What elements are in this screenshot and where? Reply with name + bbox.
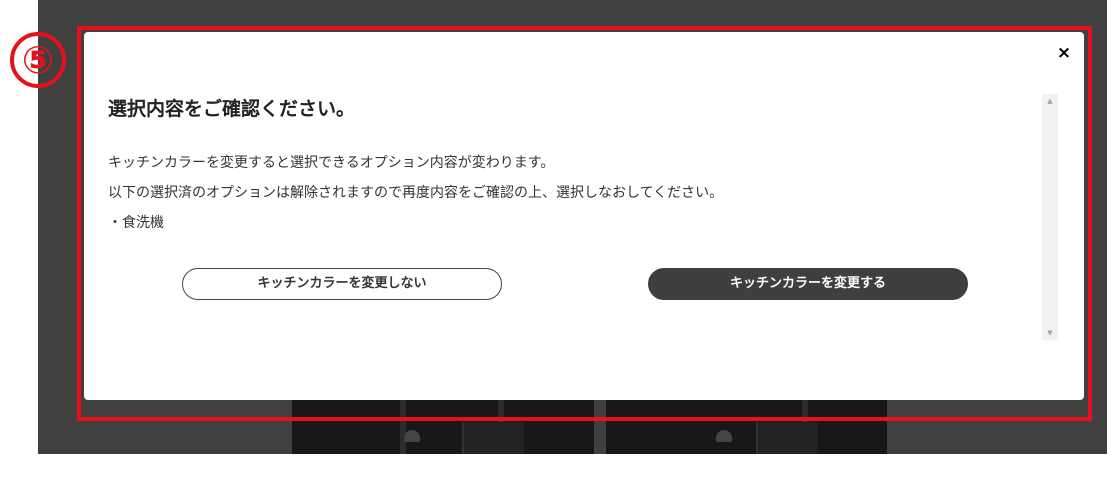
- step-number-badge: ⑤: [10, 32, 66, 88]
- close-icon[interactable]: ×: [1054, 42, 1074, 64]
- pendant-lamp: [716, 430, 732, 442]
- kitchen-photo-thumbnail: [606, 396, 887, 454]
- photo-shelf-detail: [462, 422, 524, 454]
- affected-option-item: ・食洗機: [108, 215, 164, 231]
- message-line: 以下の選択済のオプションは解除されますので再度内容をご確認の上、選択しなおしてく…: [108, 185, 724, 201]
- dialog-scrollbar[interactable]: ▲ ▼: [1042, 94, 1058, 340]
- dialog-content: 選択内容をご確認ください。 キッチンカラーを変更すると選択できるオプション内容が…: [108, 94, 1028, 238]
- confirm-dialog: × 選択内容をご確認ください。 キッチンカラーを変更すると選択できるオプション内…: [84, 32, 1084, 400]
- photo-shelf-detail: [756, 422, 818, 454]
- change-color-button[interactable]: キッチンカラーを変更する: [648, 268, 968, 300]
- dialog-title: 選択内容をご確認ください。: [108, 98, 356, 120]
- message-line: キッチンカラーを変更すると選択できるオプション内容が変わります。: [108, 155, 555, 171]
- photo-frame-detail: [400, 396, 406, 454]
- dialog-message: キッチンカラーを変更すると選択できるオプション内容が変わります。 以下の選択済の…: [108, 148, 1028, 238]
- pendant-lamp: [404, 430, 420, 442]
- kitchen-photo-thumbnail: [292, 396, 594, 454]
- scroll-down-icon[interactable]: ▼: [1042, 326, 1058, 340]
- keep-color-button[interactable]: キッチンカラーを変更しない: [182, 268, 502, 300]
- scroll-up-icon[interactable]: ▲: [1042, 94, 1058, 108]
- dialog-actions: キッチンカラーを変更しない キッチンカラーを変更する: [84, 268, 1044, 300]
